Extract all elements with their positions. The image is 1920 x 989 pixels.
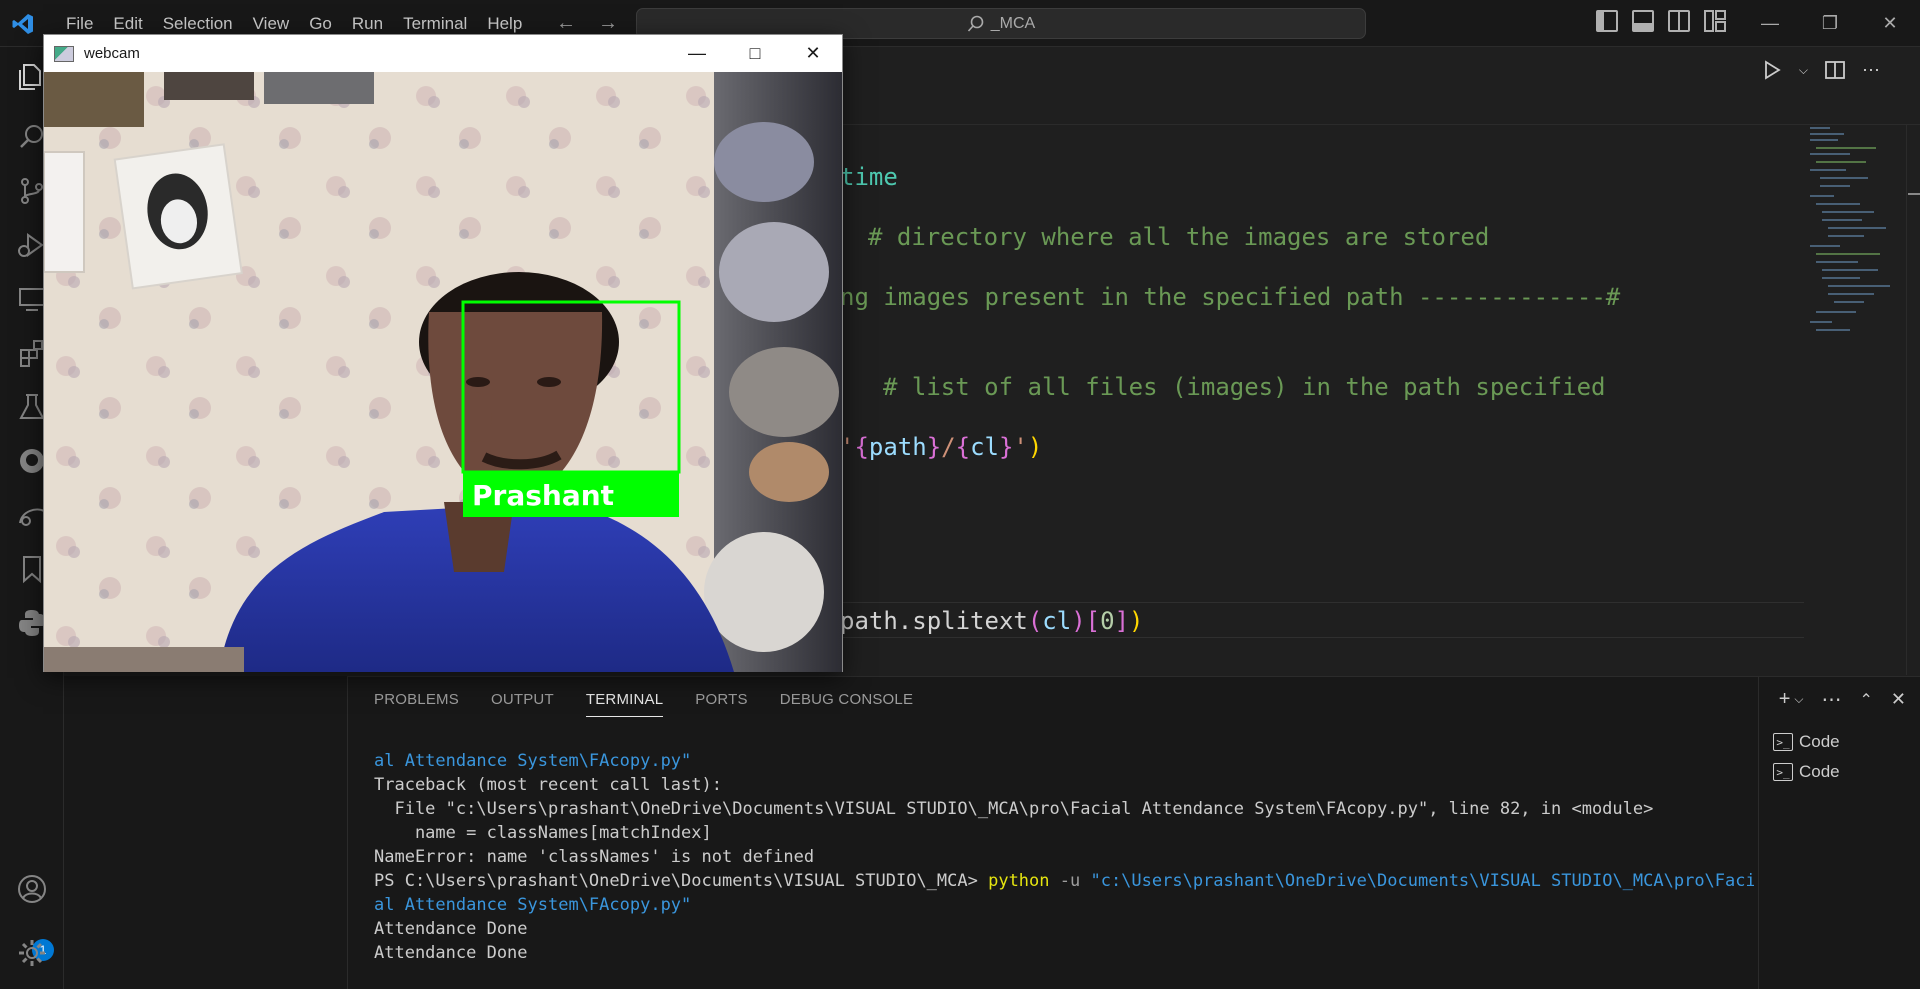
- terminal-icon: >_: [1773, 763, 1793, 781]
- tab-ports[interactable]: PORTS: [695, 691, 747, 717]
- terminal-prompt-line: PS C:\Users\prashant\OneDrive\Documents\…: [374, 869, 1754, 893]
- code-line: time: [840, 163, 898, 191]
- code-token: }: [998, 433, 1014, 461]
- terminal-line: NameError: name 'classNames' is not defi…: [374, 847, 815, 867]
- split-editor-icon[interactable]: [1824, 59, 1846, 81]
- menu-file[interactable]: File: [56, 14, 103, 34]
- menu-selection[interactable]: Selection: [153, 14, 243, 34]
- menu-help[interactable]: Help: [477, 14, 532, 34]
- account-icon[interactable]: [12, 869, 52, 909]
- terminal-line: al Attendance System\FAcopy.py": [374, 751, 692, 771]
- menu-terminal[interactable]: Terminal: [393, 14, 477, 34]
- code-token: cl: [1042, 607, 1072, 635]
- editor-actions: ⌵ ⋯: [1761, 59, 1880, 81]
- terminal-instance-label: Code: [1799, 762, 1840, 781]
- command-center-label: _MCA: [990, 14, 1036, 32]
- terminal-line: al Attendance System\FAcopy.py": [374, 895, 692, 915]
- code-token: (: [1027, 607, 1043, 635]
- code-token: cl: [970, 433, 999, 461]
- webcam-video-frame: Prashant: [44, 72, 842, 672]
- tab-output[interactable]: OUTPUT: [491, 691, 554, 717]
- code-token: ): [1071, 607, 1086, 635]
- back-arrow-icon[interactable]: ←: [556, 12, 576, 35]
- prompt-path: PS C:\Users\prashant\OneDrive\Documents\…: [374, 871, 989, 891]
- customize-layout-icon[interactable]: [1704, 10, 1726, 32]
- menu-edit[interactable]: Edit: [103, 14, 152, 34]
- terminal-line: Attendance Done: [374, 919, 528, 939]
- settings-gear-icon[interactable]: [12, 933, 52, 973]
- terminal-icon: >_: [1773, 733, 1793, 751]
- search-icon: [967, 15, 984, 32]
- code-token: ]: [1114, 607, 1130, 635]
- code-token: ): [1129, 607, 1144, 635]
- terminal-line: Traceback (most recent call last):: [374, 775, 722, 795]
- layout-controls: [1596, 10, 1726, 32]
- bottom-panel: PROBLEMS OUTPUT TERMINAL PORTS DEBUG CON…: [348, 676, 1920, 989]
- code-token: ): [1027, 433, 1043, 461]
- forward-arrow-icon[interactable]: →: [598, 12, 618, 35]
- code-comment: # list of all files (images) in the path…: [883, 373, 1606, 401]
- tab-terminal[interactable]: TERMINAL: [585, 691, 664, 717]
- panel-tabs: PROBLEMS OUTPUT TERMINAL PORTS DEBUG CON…: [374, 691, 913, 717]
- prompt-flag: -u: [1049, 871, 1091, 891]
- toggle-secondary-sidebar-icon[interactable]: [1668, 10, 1690, 32]
- terminal-line: Attendance Done: [374, 943, 528, 963]
- toggle-primary-sidebar-icon[interactable]: [1596, 10, 1618, 32]
- menu-run[interactable]: Run: [342, 14, 393, 34]
- code-line: '{path}/{cl}'): [840, 433, 1042, 461]
- code-token: /: [941, 433, 956, 461]
- face-label: Prashant: [472, 479, 614, 512]
- window-controls: — ❐ ✕: [1740, 0, 1920, 47]
- editor-scrollbar[interactable]: [1906, 125, 1920, 675]
- code-token: {: [955, 433, 971, 461]
- code-token: ': [1013, 433, 1028, 461]
- webcam-window-controls: — □ ✕: [668, 35, 842, 72]
- code-comment: ng images present in the specified path …: [840, 283, 1621, 311]
- code-token: [: [1085, 607, 1101, 635]
- vscode-window: File Edit Selection View Go Run Terminal…: [0, 0, 1920, 989]
- code-token: {: [854, 433, 869, 461]
- window-app-icon: [54, 45, 74, 62]
- webcam-window[interactable]: webcam — □ ✕ Prashant: [43, 34, 843, 672]
- close-icon[interactable]: ✕: [1860, 0, 1920, 47]
- webcam-window-title: webcam: [84, 45, 140, 62]
- close-icon[interactable]: ✕: [784, 35, 842, 72]
- webcam-image: Prashant: [44, 72, 842, 672]
- minimize-icon[interactable]: —: [1740, 0, 1800, 47]
- terminal-instance[interactable]: >_ Code: [1759, 727, 1920, 757]
- terminal-list: >_ Code >_ Code: [1758, 677, 1920, 989]
- minimize-icon[interactable]: —: [668, 35, 726, 72]
- nav-arrows: ← →: [556, 12, 618, 35]
- scroll-position-marker: [1908, 193, 1920, 195]
- code-line: path.splitext(cl)[0]): [840, 607, 1143, 635]
- menu-view[interactable]: View: [243, 14, 300, 34]
- terminal-instance[interactable]: >_ Code: [1759, 757, 1920, 787]
- minimap[interactable]: [1808, 125, 1908, 335]
- vscode-logo-icon: [12, 14, 33, 34]
- tab-debug-console[interactable]: DEBUG CONSOLE: [780, 691, 913, 717]
- prompt-argument: "c:\Users\prashant\OneDrive\Documents\VI…: [1090, 871, 1754, 891]
- code-token: 0: [1100, 607, 1115, 635]
- terminal-line: File "c:\Users\prashant\OneDrive\Documen…: [374, 799, 1654, 819]
- more-actions-icon[interactable]: ⋯: [1862, 60, 1880, 81]
- maximize-icon[interactable]: □: [726, 35, 784, 72]
- terminal-line: name = classNames[matchIndex]: [374, 823, 712, 843]
- code-comment: # directory where all the images are sto…: [868, 223, 1490, 251]
- webcam-title-bar[interactable]: webcam — □ ✕: [44, 35, 842, 72]
- run-dropdown-chevron-icon[interactable]: ⌵: [1799, 63, 1808, 78]
- menu-go[interactable]: Go: [299, 14, 342, 34]
- code-token: path: [868, 433, 927, 461]
- run-python-file-icon[interactable]: [1761, 59, 1783, 81]
- code-token: path.splitext: [840, 607, 1028, 635]
- sidebar-area: [64, 676, 348, 989]
- tab-problems[interactable]: PROBLEMS: [374, 691, 459, 717]
- terminal-instance-label: Code: [1799, 732, 1840, 751]
- toggle-panel-icon[interactable]: [1632, 10, 1654, 32]
- terminal-output[interactable]: al Attendance System\FAcopy.py" Tracebac…: [374, 749, 1754, 965]
- restore-icon[interactable]: ❐: [1800, 0, 1860, 47]
- code-token: }: [926, 433, 942, 461]
- prompt-command: python: [988, 871, 1050, 891]
